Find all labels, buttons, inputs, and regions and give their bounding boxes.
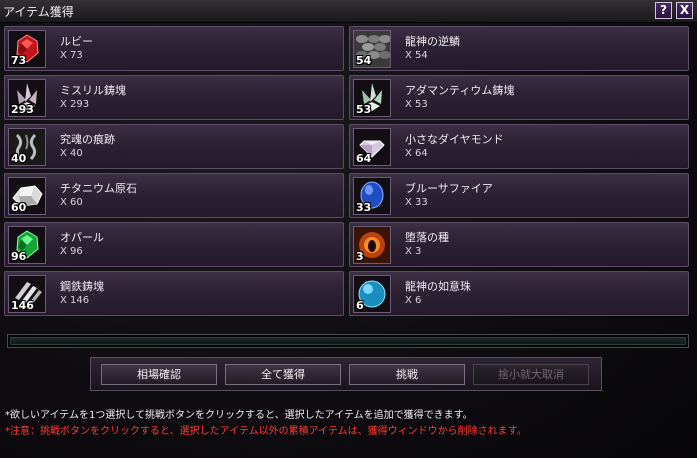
item-slot-opal[interactable]: 96 オパール X 96: [4, 222, 344, 267]
adamantium-ingot-icon: 53: [353, 79, 391, 117]
item-qty: X 54: [405, 50, 428, 61]
item-name: オパール: [60, 231, 104, 244]
item-count: 53: [356, 103, 372, 116]
dragon-orb-icon: 6: [353, 275, 391, 313]
item-count: 293: [11, 103, 34, 116]
item-qty: X 3: [405, 246, 422, 257]
item-qty: X 64: [405, 148, 428, 159]
item-name: 龍神の如意珠: [405, 280, 471, 293]
item-slot-dragon-orb[interactable]: 6 龍神の如意珠 X 6: [349, 271, 689, 316]
item-qty: X 73: [60, 50, 83, 61]
item-qty: X 146: [60, 295, 90, 306]
item-name: 小さなダイヤモンド: [405, 133, 504, 146]
item-count: 60: [11, 201, 27, 214]
item-name: チタニウム原石: [60, 182, 137, 195]
soul-trace-icon: 40: [8, 128, 46, 166]
item-count: 64: [356, 152, 372, 165]
item-slot-ruby[interactable]: 73 ルビー X 73: [4, 26, 344, 71]
item-slot-soul-trace[interactable]: 40 究魂の痕跡 X 40: [4, 124, 344, 169]
info-note: *欲しいアイテムを1つ選択して挑戦ボタンをクリックすると、選択したアイテムを追加…: [5, 410, 473, 421]
item-name: 龍神の逆鱗: [405, 35, 460, 48]
item-acquire-window: アイテム獲得 ? X 73 ルビー X 73 54 龍神の逆鱗 X 54 293…: [0, 0, 697, 458]
steel-ingot-icon: 146: [8, 275, 46, 313]
sapphire-icon: 33: [353, 177, 391, 215]
item-count: 146: [11, 299, 34, 312]
item-name: 究魂の痕跡: [60, 133, 115, 146]
titanium-ore-icon: 60: [8, 177, 46, 215]
challenge-button[interactable]: 挑戦: [349, 364, 465, 385]
item-qty: X 40: [60, 148, 83, 159]
progress-track: [10, 337, 686, 345]
corruption-seed-icon: 3: [353, 226, 391, 264]
dragon-scale-icon: 54: [353, 30, 391, 68]
opal-icon: 96: [8, 226, 46, 264]
item-qty: X 293: [60, 99, 90, 110]
help-button[interactable]: ?: [655, 2, 672, 19]
item-name: 鋼鉄鋳塊: [60, 280, 104, 293]
item-slot-mithril-ingot[interactable]: 293 ミスリル鋳塊 X 293: [4, 75, 344, 120]
warning-note: *注意：挑戦ボタンをクリックすると、選択したアイテム以外の累積アイテムは、獲得ウ…: [5, 426, 527, 437]
title-bar[interactable]: アイテム獲得 ? X: [0, 0, 697, 23]
item-slot-diamond[interactable]: 64 小さなダイヤモンド X 64: [349, 124, 689, 169]
item-qty: X 96: [60, 246, 83, 257]
item-count: 96: [11, 250, 27, 263]
item-count: 73: [11, 54, 27, 67]
item-slot-sapphire[interactable]: 33 ブルーサファイア X 33: [349, 173, 689, 218]
item-slot-steel-ingot[interactable]: 146 鋼鉄鋳塊 X 146: [4, 271, 344, 316]
window-title: アイテム獲得: [3, 5, 74, 19]
item-slot-titanium-ore[interactable]: 60 チタニウム原石 X 60: [4, 173, 344, 218]
item-name: ブルーサファイア: [405, 182, 493, 195]
button-bar: 相場確認 全て獲得 挑戦 捨小就大取消: [90, 357, 602, 391]
item-count: 6: [356, 299, 364, 312]
item-slot-adamantium-ingot[interactable]: 53 アダマンティウム鋳塊 X 53: [349, 75, 689, 120]
item-name: 堕落の種: [405, 231, 449, 244]
item-slot-dragon-scale[interactable]: 54 龍神の逆鱗 X 54: [349, 26, 689, 71]
progress-bar: [7, 334, 689, 348]
ruby-icon: 73: [8, 30, 46, 68]
item-count: 54: [356, 54, 372, 67]
item-count: 40: [11, 152, 27, 165]
item-name: ルビー: [60, 35, 93, 48]
item-name: アダマンティウム鋳塊: [405, 84, 515, 97]
mithril-ingot-icon: 293: [8, 79, 46, 117]
cancel-button[interactable]: 捨小就大取消: [473, 364, 589, 385]
item-name: ミスリル鋳塊: [60, 84, 126, 97]
close-button[interactable]: X: [676, 2, 693, 19]
market-price-button[interactable]: 相場確認: [101, 364, 217, 385]
item-qty: X 53: [405, 99, 428, 110]
item-count: 33: [356, 201, 372, 214]
item-slot-corruption-seed[interactable]: 3 堕落の種 X 3: [349, 222, 689, 267]
item-count: 3: [356, 250, 364, 263]
acquire-all-button[interactable]: 全て獲得: [225, 364, 341, 385]
item-qty: X 33: [405, 197, 428, 208]
diamond-icon: 64: [353, 128, 391, 166]
item-qty: X 60: [60, 197, 83, 208]
item-qty: X 6: [405, 295, 422, 306]
